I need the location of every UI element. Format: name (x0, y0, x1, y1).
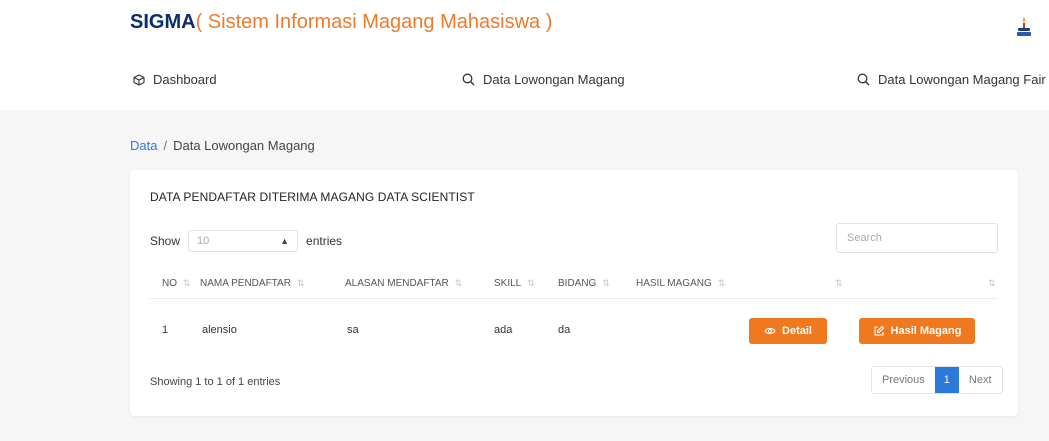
sort-icon: ⇅ (835, 278, 843, 288)
column-header-label: ALASAN MENDAFTAR (345, 278, 449, 289)
nav-dashboard[interactable]: Dashboard (133, 72, 217, 87)
column-header-alasan[interactable]: ALASAN MENDAFTAR ⇅ (345, 278, 462, 289)
sort-icon: ⇅ (454, 278, 463, 288)
column-header-no[interactable]: NO ⇅ (162, 278, 191, 289)
entries-select[interactable]: 10 ▲︎ (188, 230, 299, 252)
column-header-bidang[interactable]: BIDANG ⇅ (558, 278, 610, 289)
table-header: NO ⇅ NAMA PENDAFTAR ⇅ ALASAN MENDAFTAR ⇅ SK… (150, 268, 998, 299)
previous-page-button[interactable]: Previous (872, 367, 935, 393)
detail-button-label: Detail (782, 325, 812, 337)
sort-icon: ⇅ (527, 278, 535, 288)
cell-nama: alensio (202, 324, 237, 336)
hasil-magang-button-label: Hasil Magang (890, 325, 962, 337)
page-1-button[interactable]: 1 (934, 367, 959, 393)
app-brand[interactable]: SIGMA( Sistem Informasi Magang Mahasiswa… (130, 10, 552, 34)
column-header-label: SKILL (494, 278, 522, 289)
search-icon (857, 73, 870, 86)
nav-data-lowongan-magang-fair[interactable]: Data Lowongan Magang Fair (857, 72, 1046, 87)
table-info: Showing 1 to 1 of 1 entries (150, 376, 281, 388)
entries-length-control: Show 10 ▲︎ entries (150, 230, 342, 252)
column-header-nama[interactable]: NAMA PENDAFTAR ⇅ (200, 278, 304, 289)
brand-name: SIGMA (130, 11, 196, 33)
brand-subtitle: ( Sistem Informasi Magang Mahasiswa ) (195, 11, 553, 33)
breadcrumb-separator: / (163, 138, 168, 153)
pagination: Previous 1 Next (871, 366, 1003, 394)
breadcrumb-current: Data Lowongan Magang (173, 138, 315, 153)
show-label: Show (150, 234, 181, 248)
cube-icon (133, 73, 145, 86)
entries-select-value: 10 (197, 235, 210, 247)
nav-data-lowongan-magang[interactable]: Data Lowongan Magang (462, 72, 625, 87)
nav-data-lowongan-magang-fair-label: Data Lowongan Magang Fair (878, 72, 1046, 87)
card-title: DATA PENDAFTAR DITERIMA MAGANG DATA SCIE… (150, 190, 475, 204)
detail-button[interactable]: Detail (749, 318, 827, 344)
column-header-detail[interactable]: ⇅ (835, 278, 843, 289)
column-header-label: NAMA PENDAFTAR (200, 278, 291, 289)
breadcrumb-root-link[interactable]: Data (130, 138, 157, 153)
top-header: SIGMA( Sistem Informasi Magang Mahasiswa… (0, 0, 1049, 110)
search-icon (462, 73, 475, 86)
hasil-magang-button[interactable]: Hasil Magang (859, 318, 975, 344)
cell-bidang: da (558, 324, 571, 336)
column-header-hasil-magang[interactable]: HASIL MAGANG ⇅ (636, 278, 725, 289)
next-page-button[interactable]: Next (958, 367, 1002, 393)
breadcrumb: Data / Data Lowongan Magang (130, 138, 315, 153)
column-header-action[interactable]: ⇅ (988, 278, 996, 289)
chevron-updown-icon: ▲︎ (280, 236, 290, 246)
sort-icon: ⇅ (296, 278, 305, 288)
eye-icon (764, 327, 776, 335)
sort-icon: ⇅ (988, 278, 996, 288)
sort-icon: ⇅ (602, 278, 610, 288)
cell-alasan: sa (347, 324, 359, 336)
university-logo-icon[interactable] (1016, 16, 1032, 38)
column-header-label: NO (162, 278, 177, 289)
column-header-label: HASIL MAGANG (636, 278, 712, 289)
nav-data-lowongan-magang-label: Data Lowongan Magang (483, 72, 625, 87)
column-header-skill[interactable]: SKILL ⇅ (494, 278, 535, 289)
cell-no: 1 (162, 324, 169, 336)
entries-label: entries (306, 234, 343, 248)
sort-icon: ⇅ (717, 278, 726, 288)
search-input[interactable] (836, 223, 998, 253)
column-header-label: BIDANG (558, 278, 597, 289)
cell-skill: ada (494, 324, 513, 336)
edit-icon (873, 325, 884, 336)
sort-icon: ⇅ (183, 278, 191, 288)
applicants-card: DATA PENDAFTAR DITERIMA MAGANG DATA SCIE… (130, 170, 1018, 416)
nav-dashboard-label: Dashboard (153, 72, 217, 87)
